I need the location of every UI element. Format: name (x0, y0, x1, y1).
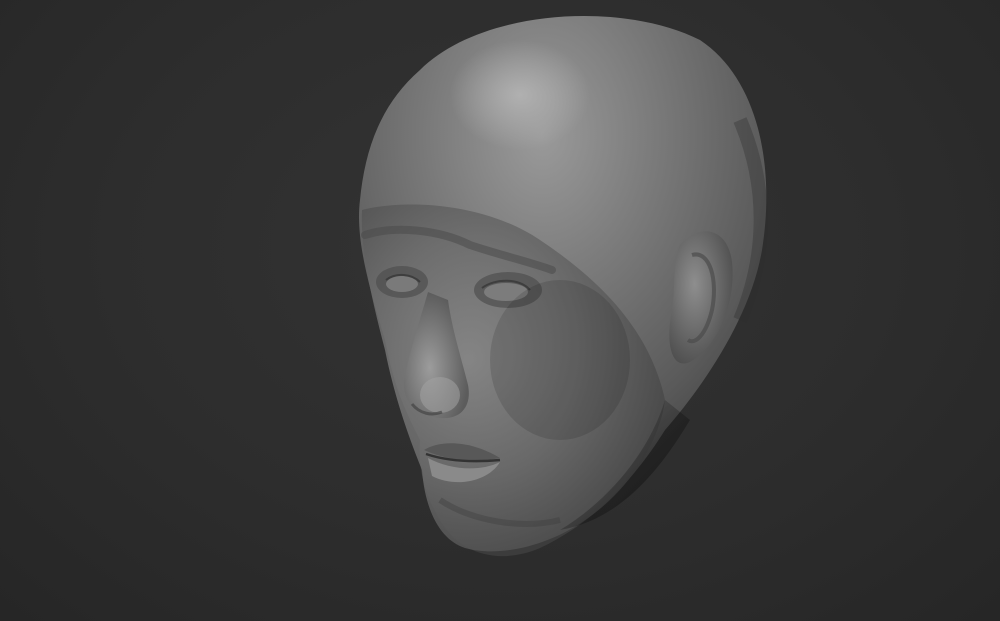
forehead-highlight (450, 40, 590, 150)
3d-viewport[interactable] (0, 0, 1000, 621)
sculpted-head-model[interactable] (0, 0, 1000, 621)
